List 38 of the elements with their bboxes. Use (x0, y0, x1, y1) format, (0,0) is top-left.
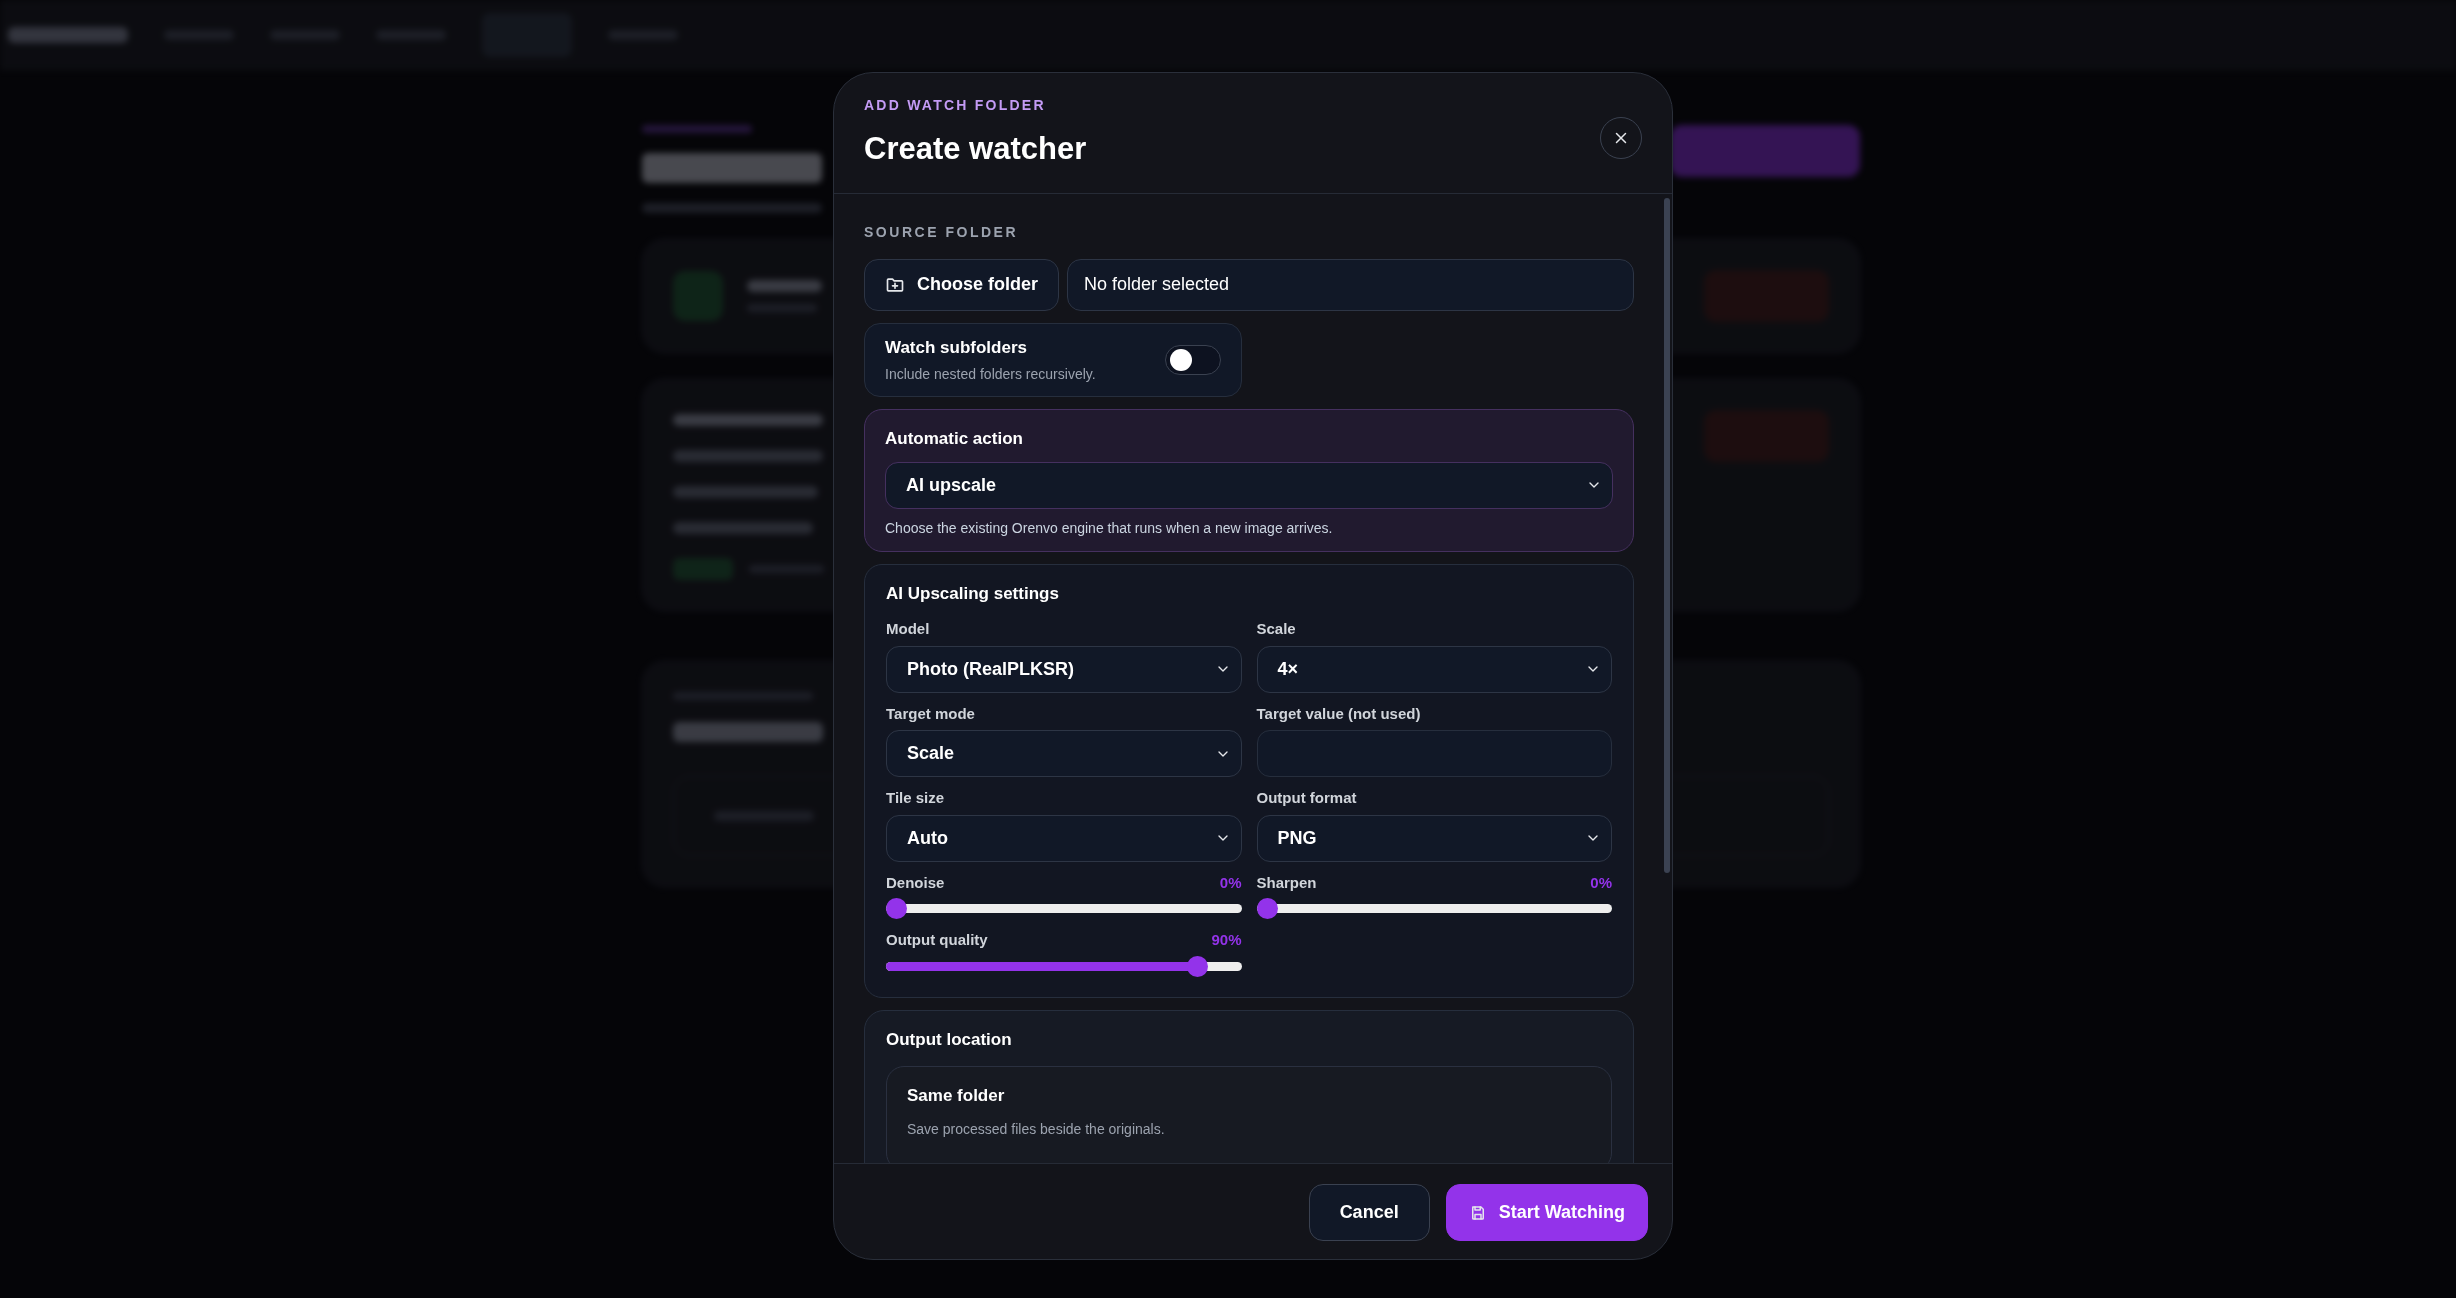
toggle-hint: Include nested folders recursively. (885, 365, 1096, 384)
slider-label: Sharpen (1256, 872, 1317, 893)
dialog-title: Create watcher (864, 130, 1087, 168)
field-label: Scale (1256, 619, 1297, 639)
card-heading: AI Upscaling settings (886, 582, 1060, 605)
cancel-button[interactable]: Cancel (1308, 1184, 1430, 1241)
toggle-label: Watch subfolders (885, 336, 1028, 359)
slider-value: 0% (1219, 872, 1242, 893)
start-button[interactable]: Start Watching (1445, 1184, 1648, 1241)
field-label: Tile size (886, 788, 946, 808)
slider-label: Output quality (886, 930, 988, 950)
dropdown-select[interactable]: Scale (886, 730, 1242, 777)
scrollbar[interactable] (1664, 197, 1670, 873)
card-heading: Output location (886, 1028, 1013, 1051)
field-label: Model (886, 619, 931, 639)
field-label: Target mode (886, 703, 976, 724)
field-label: Output format (1256, 788, 1358, 808)
slider-value: 90% (1211, 930, 1242, 950)
slider-thumb[interactable] (886, 898, 907, 919)
section-heading: SOURCE FOLDER (864, 222, 1020, 242)
help-text: Choose the existing Orenvo engine that runs when a new image arrives. (885, 518, 1334, 538)
slider-label: Denoise (886, 872, 945, 893)
dialog-eyebrow: ADD WATCH FOLDER (864, 96, 1047, 115)
toggle-switch[interactable] (1165, 344, 1221, 375)
choose-folder-button[interactable]: Choose folder (864, 258, 1059, 311)
dropdown-select[interactable]: PNG (1256, 814, 1612, 862)
output-option[interactable]: Same folder Save processed files beside the originals. (886, 1066, 1612, 1163)
folder-path-field[interactable]: No folder selected (1067, 258, 1634, 311)
dropdown-select[interactable]: Auto (886, 814, 1242, 862)
input-field[interactable] (1256, 730, 1612, 777)
dropdown-select[interactable]: Photo (RealPLKSR) (886, 645, 1242, 693)
slider-thumb[interactable] (1187, 955, 1209, 977)
action-select[interactable]: AI upscale (885, 461, 1613, 509)
card-heading: Automatic action (885, 428, 1024, 450)
field-label: Target value (not used) (1256, 703, 1422, 724)
slider-value: 0% (1590, 872, 1612, 893)
slider-thumb[interactable] (1256, 898, 1278, 919)
dropdown-select[interactable]: 4× (1256, 645, 1612, 693)
